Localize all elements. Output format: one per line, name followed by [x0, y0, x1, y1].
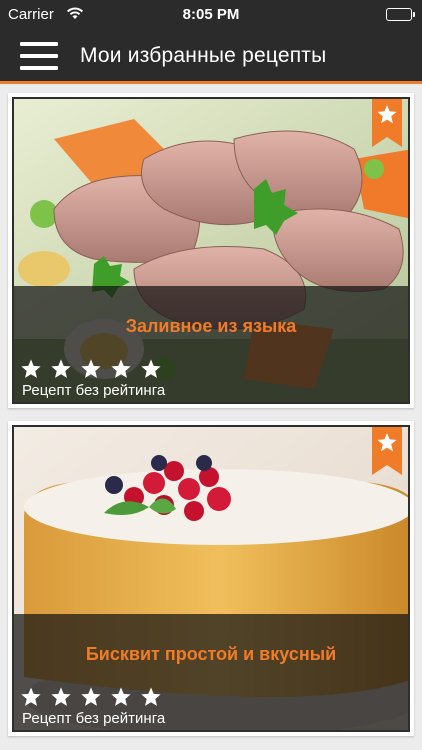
- hamburger-menu-icon[interactable]: [20, 42, 58, 70]
- favorite-bookmark-icon[interactable]: [372, 425, 402, 475]
- star-icon: [141, 359, 161, 378]
- star-icon: [81, 359, 101, 378]
- star-icon: [111, 359, 131, 378]
- rating-stars: [20, 686, 162, 708]
- recipe-photo: Заливное из языка Рецепт без рейтинга: [12, 97, 410, 404]
- status-bar: Carrier 8:05 PM: [0, 0, 422, 30]
- star-icon: [111, 687, 131, 706]
- star-icon: [81, 687, 101, 706]
- rating-label: Рецепт без рейтинга: [22, 710, 166, 727]
- status-time: 8:05 PM: [182, 6, 240, 23]
- recipe-card[interactable]: Заливное из языка Рецепт без рейтинга: [8, 93, 414, 408]
- star-icon: [51, 359, 71, 378]
- rating-stars: [20, 358, 162, 380]
- recipe-caption: Бисквит простой и вкусный Рецепт без рей…: [14, 614, 408, 730]
- star-icon: [21, 687, 41, 706]
- recipe-card[interactable]: Бисквит простой и вкусный Рецепт без рей…: [8, 421, 414, 736]
- recipe-title: Бисквит простой и вкусный: [85, 644, 337, 664]
- star-icon: [141, 687, 161, 706]
- favorite-bookmark-icon[interactable]: [372, 97, 402, 147]
- recipe-title: Заливное из языка: [125, 316, 297, 336]
- battery-icon: [386, 8, 415, 21]
- star-icon: [21, 359, 41, 378]
- recipe-caption: Заливное из языка Рецепт без рейтинга: [14, 286, 408, 402]
- recipe-photo: Бисквит простой и вкусный Рецепт без рей…: [12, 425, 410, 732]
- nav-bar: Мои избранные рецепты: [0, 30, 422, 84]
- page-title: Мои избранные рецепты: [80, 44, 327, 67]
- rating-label: Рецепт без рейтинга: [22, 382, 166, 399]
- star-icon: [51, 687, 71, 706]
